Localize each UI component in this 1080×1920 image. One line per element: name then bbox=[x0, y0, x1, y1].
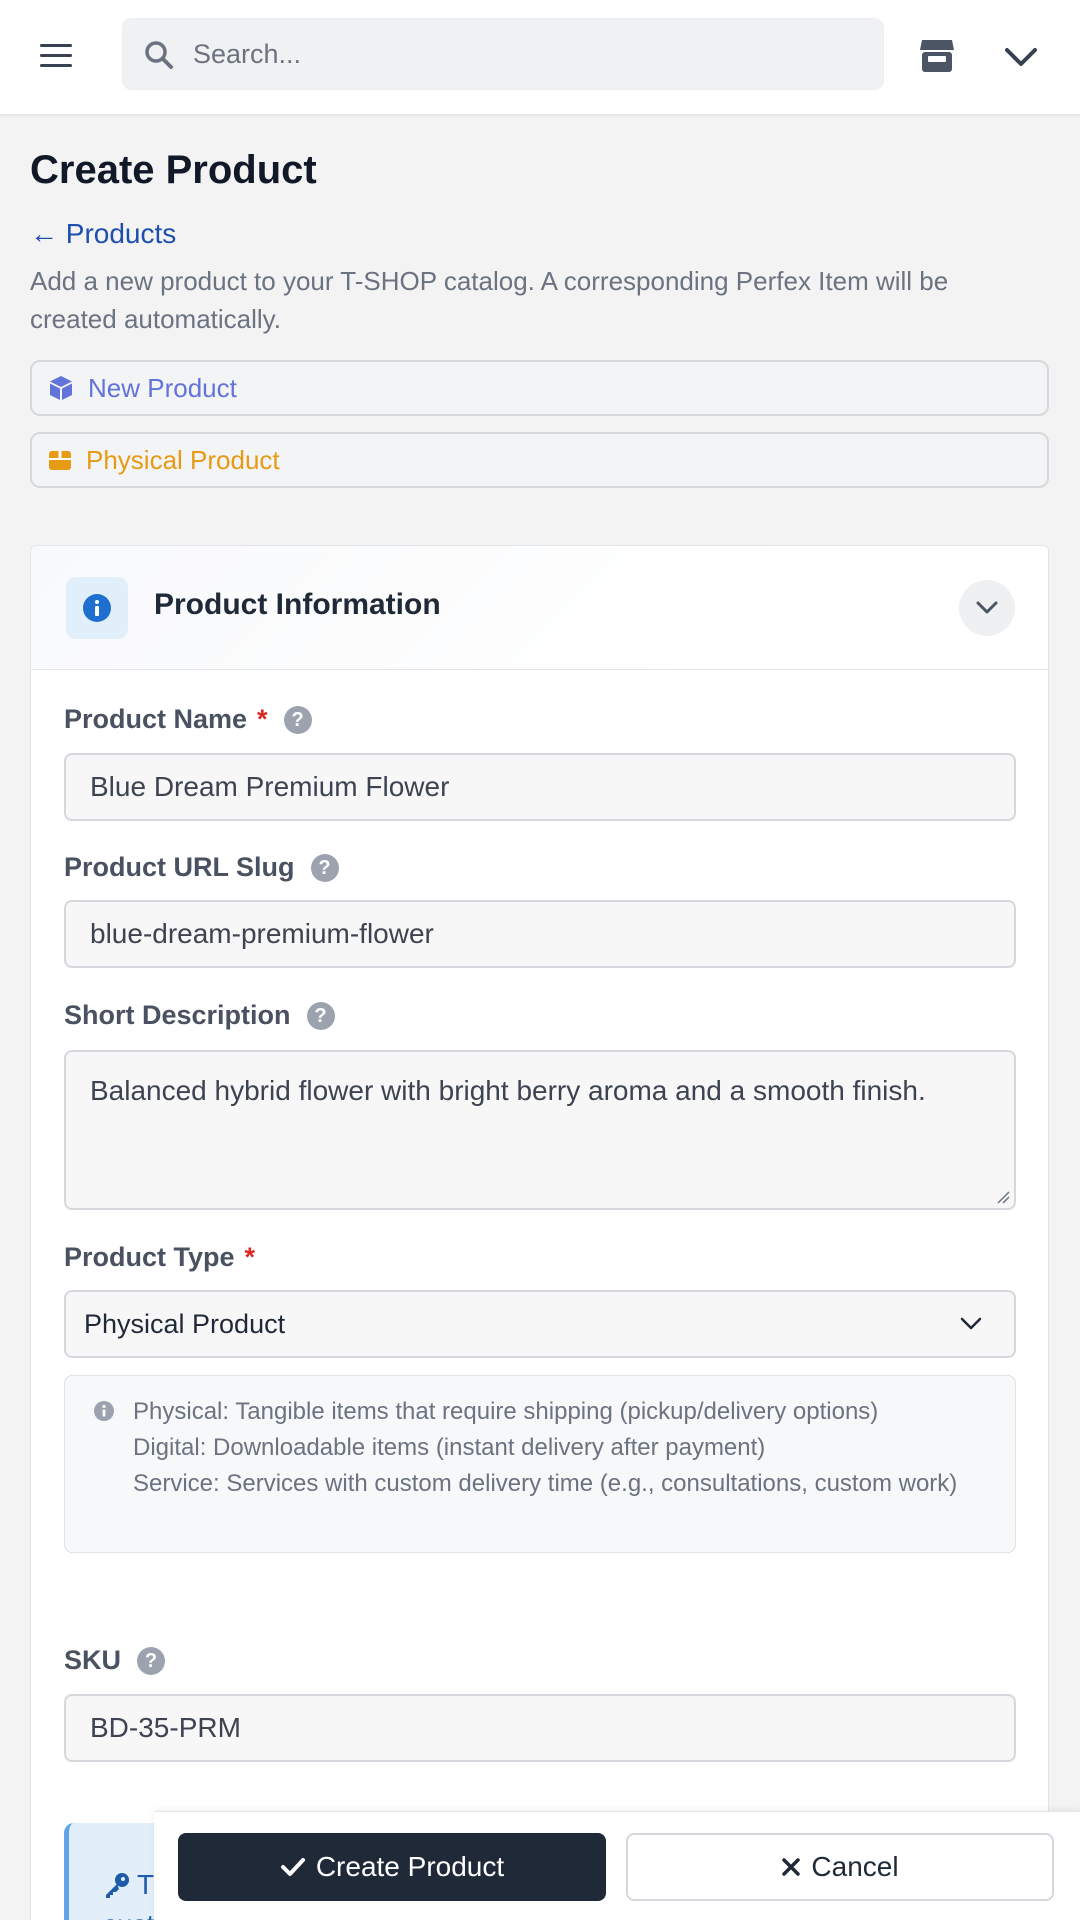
collapse-button[interactable] bbox=[959, 580, 1015, 636]
page-description: Add a new product to your T-SHOP catalog… bbox=[30, 266, 949, 334]
sku-input[interactable]: BD-35-PRM bbox=[64, 1694, 1016, 1762]
physical-product-badge: Physical Product bbox=[30, 432, 1049, 488]
key-icon bbox=[106, 1873, 129, 1898]
top-bar bbox=[0, 0, 1080, 115]
help-icon[interactable]: ? bbox=[283, 705, 312, 734]
required-mark: * bbox=[257, 704, 268, 734]
api-key-notice-text: T bbox=[137, 1869, 155, 1900]
info-icon bbox=[94, 1401, 114, 1421]
product-name-input[interactable]: Blue Dream Premium Flower bbox=[64, 753, 1016, 821]
product-type-info: Physical: Tangible items that require sh… bbox=[64, 1375, 1016, 1553]
store-icon[interactable] bbox=[918, 36, 956, 74]
chevron-down-icon bbox=[976, 601, 998, 614]
product-type-label: Product Type * bbox=[64, 1242, 255, 1273]
search-input[interactable] bbox=[193, 19, 863, 89]
search-box[interactable] bbox=[122, 18, 884, 90]
help-icon[interactable]: ? bbox=[310, 853, 339, 882]
chevron-down-icon bbox=[960, 1317, 982, 1330]
help-icon[interactable]: ? bbox=[137, 1646, 166, 1675]
sku-label-text: SKU bbox=[64, 1645, 122, 1675]
cancel-label: Cancel bbox=[811, 1851, 899, 1882]
new-product-label: New Product bbox=[88, 372, 237, 403]
info-icon bbox=[83, 594, 111, 622]
box-icon bbox=[49, 451, 71, 470]
product-type-selected: Physical Product bbox=[84, 1308, 286, 1339]
create-product-button[interactable]: Create Product bbox=[178, 1833, 606, 1901]
new-product-badge: New Product bbox=[30, 360, 1049, 416]
cube-icon bbox=[50, 376, 72, 400]
product-information-card: Product Information Product Name * ? Blu… bbox=[30, 545, 1049, 1920]
short-description-value: Balanced hybrid flower with bright berry… bbox=[90, 1075, 926, 1106]
info-line-physical: Physical: Tangible items that require sh… bbox=[133, 1398, 879, 1425]
product-slug-label: Product URL Slug ? bbox=[64, 852, 339, 883]
resize-handle-icon[interactable] bbox=[994, 1188, 1010, 1204]
physical-product-label: Physical Product bbox=[86, 444, 280, 475]
card-header[interactable]: Product Information bbox=[31, 546, 1048, 670]
back-to-products-link[interactable]: ← Products bbox=[30, 218, 176, 250]
product-type-label-text: Product Type bbox=[64, 1242, 235, 1272]
menu-icon[interactable] bbox=[40, 44, 72, 68]
cancel-button[interactable]: Cancel bbox=[626, 1833, 1054, 1901]
card-title: Product Information bbox=[154, 588, 441, 621]
product-slug-input[interactable]: blue-dream-premium-flower bbox=[64, 900, 1016, 968]
product-name-label: Product Name * ? bbox=[64, 704, 312, 735]
help-icon[interactable]: ? bbox=[306, 1001, 335, 1030]
product-slug-label-text: Product URL Slug bbox=[64, 852, 295, 882]
info-line-service: Service: Services with custom delivery t… bbox=[133, 1470, 958, 1497]
short-description-label-text: Short Description bbox=[64, 1000, 291, 1030]
required-mark: * bbox=[244, 1242, 256, 1272]
product-type-select[interactable]: Physical Product bbox=[64, 1290, 1016, 1358]
product-name-label-text: Product Name bbox=[64, 704, 248, 734]
search-icon bbox=[145, 41, 173, 69]
info-icon-box bbox=[66, 577, 128, 639]
short-description-label: Short Description ? bbox=[64, 1000, 335, 1031]
action-bar: Create Product Cancel bbox=[154, 1811, 1080, 1920]
info-line-digital: Digital: Downloadable items (instant del… bbox=[133, 1434, 766, 1461]
chevron-down-icon[interactable] bbox=[1003, 44, 1039, 70]
short-description-textarea[interactable]: Balanced hybrid flower with bright berry… bbox=[64, 1050, 1016, 1210]
close-icon bbox=[782, 1858, 801, 1876]
check-icon bbox=[280, 1858, 305, 1876]
page-title: Create Product bbox=[30, 148, 317, 192]
sku-label: SKU ? bbox=[64, 1645, 166, 1676]
create-product-label: Create Product bbox=[315, 1851, 505, 1882]
